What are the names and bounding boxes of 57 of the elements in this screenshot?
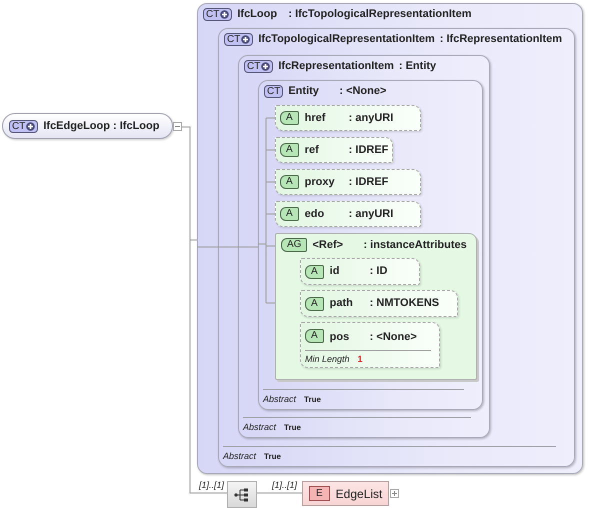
type-badge: CT <box>224 33 254 46</box>
type-name: IfcRepresentationItem <box>278 60 394 73</box>
attribute-badge: A <box>280 175 299 189</box>
facet-label: Min Length <box>305 354 350 364</box>
base-type: : IfcRepresentationItem <box>440 33 562 46</box>
property-label: Abstract <box>263 394 296 404</box>
attribute-badge: A <box>280 111 299 125</box>
property-value: True <box>304 395 321 404</box>
attribute-name: pos <box>330 330 350 345</box>
attribute-name: proxy <box>304 174 336 190</box>
sequence-icon <box>234 486 250 502</box>
attribute-type: : anyURI <box>348 110 394 126</box>
root-name: IfcEdgeLoop : IfcLoop <box>43 118 160 134</box>
attribute-name: edo <box>304 206 326 222</box>
attribute-badge: A <box>280 143 299 157</box>
attribute-badge: A <box>280 207 299 221</box>
cardinality-label: [1]..[1] <box>199 480 224 490</box>
property-value: True <box>264 452 281 461</box>
attribute-name: ref <box>304 142 320 158</box>
type-badge: CT <box>9 120 38 132</box>
attribute-group-type: : instanceAttributes <box>363 238 467 252</box>
base-type: : IfcTopologicalRepresentationItem <box>288 8 472 21</box>
type-name: IfcTopologicalRepresentationItem <box>258 33 435 46</box>
type-name: Entity <box>288 85 320 98</box>
base-type: : <None> <box>339 85 386 98</box>
attribute-name: path <box>330 296 354 312</box>
collapse-icon[interactable] <box>173 122 182 131</box>
attribute-badge: A <box>305 296 324 310</box>
attribute-type: : NMTOKENS <box>370 296 440 312</box>
attribute-badge: A <box>305 329 324 343</box>
attribute-group-name: <Ref> <box>312 238 344 252</box>
cardinality-label: [1]..[1] <box>272 480 298 490</box>
type-name: IfcLoop <box>237 8 278 21</box>
attribute-name: href <box>304 110 326 126</box>
facet-value: 1 <box>358 354 363 364</box>
sequence-node[interactable] <box>227 481 257 508</box>
expand-icon[interactable] <box>390 489 399 498</box>
attribute-type: : IDREF <box>348 142 388 158</box>
attribute-type: : ID <box>370 264 388 280</box>
type-badge: CT <box>203 8 232 21</box>
element-badge: E <box>309 486 330 501</box>
attribute-type: : anyURI <box>348 206 394 222</box>
property-label: Abstract <box>243 422 276 432</box>
property-label: Abstract <box>223 451 256 461</box>
attribute-group-badge: AG <box>281 238 308 252</box>
attribute-badge: A <box>305 264 324 278</box>
element-name: EdgeList <box>336 486 382 502</box>
property-value: True <box>284 423 301 432</box>
connector-line <box>256 492 302 494</box>
root-element-node[interactable]: CT IfcEdgeLoop : IfcLoop <box>2 113 173 139</box>
base-type: : Entity <box>398 60 436 73</box>
attribute-type: : IDREF <box>348 174 388 190</box>
type-badge: CT <box>264 85 284 98</box>
attribute-type: : <None> <box>370 330 417 345</box>
type-badge: CT <box>244 60 274 73</box>
element-node[interactable]: E EdgeList <box>302 481 389 506</box>
attribute-name: id <box>330 264 340 280</box>
